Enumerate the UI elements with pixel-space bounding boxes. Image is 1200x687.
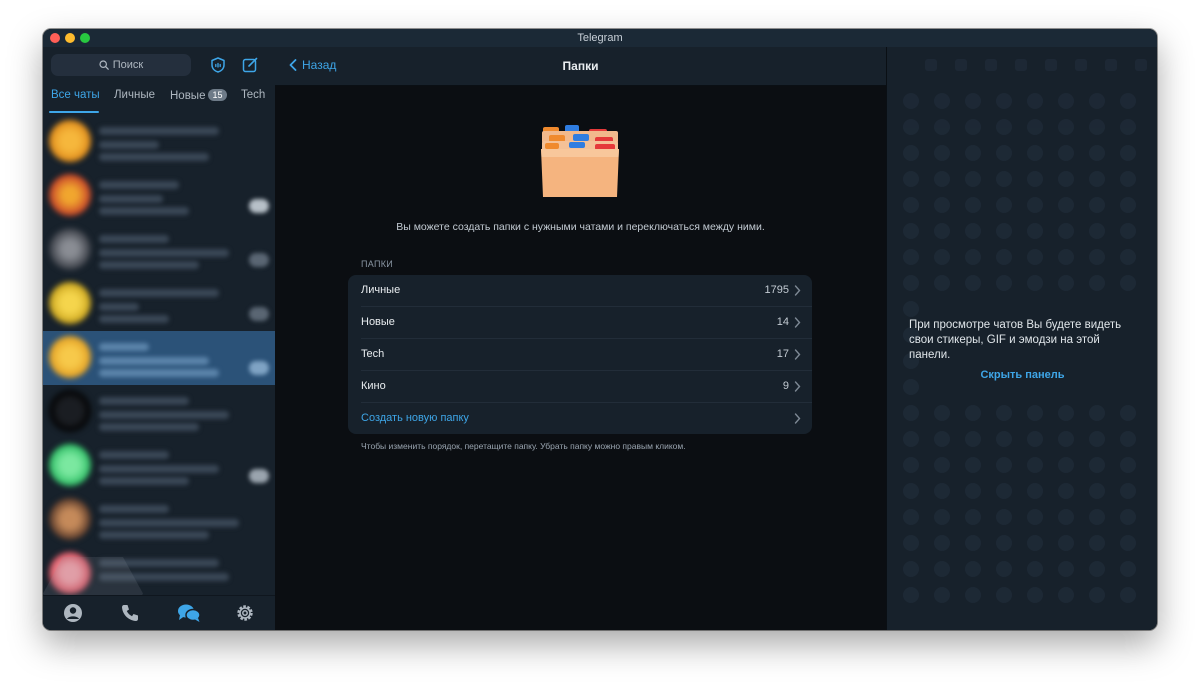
tab-personal[interactable]: Личные — [114, 89, 155, 101]
create-folder-label: Создать новую папку — [361, 412, 469, 424]
folder-name: Новые — [361, 316, 395, 328]
chat-item[interactable] — [43, 493, 275, 547]
chat-item[interactable] — [43, 115, 275, 169]
folders-settings-pane: Назад Папки Вы можете создать папки с ну… — [275, 47, 886, 630]
window-title: Telegram — [577, 32, 623, 44]
folder-count: 9 — [782, 380, 789, 392]
avatar — [49, 444, 91, 486]
search-icon — [99, 60, 109, 70]
chat-item[interactable] — [43, 385, 275, 439]
chat-item[interactable] — [43, 223, 275, 277]
chat-list — [43, 115, 275, 595]
avatar — [49, 282, 91, 324]
chats-icon[interactable] — [177, 602, 201, 624]
page-title: Папки — [562, 59, 599, 73]
chevron-right-icon — [794, 381, 801, 392]
compose-icon[interactable] — [241, 56, 259, 74]
panel-description: При просмотре чатов Вы будете видеть сво… — [909, 319, 1122, 361]
tab-new[interactable]: Новые 15 — [170, 89, 227, 102]
unread-badge: 15 — [208, 89, 227, 101]
folders-illustration-icon — [541, 125, 619, 197]
shield-icon[interactable] — [209, 56, 227, 74]
folders-list: Личные 1795 Новые 14 Tech 17 Кино 9 Созд… — [348, 275, 812, 434]
folder-name: Кино — [361, 380, 386, 392]
folder-name: Личные — [361, 284, 401, 296]
active-tab-indicator — [49, 111, 99, 113]
folder-row-tech[interactable]: Tech 17 — [348, 339, 812, 371]
tab-all-chats[interactable]: Все чаты — [51, 89, 100, 101]
chevron-right-icon — [794, 413, 801, 424]
hide-panel-link[interactable]: Скрыть панель — [887, 369, 1157, 381]
chevron-right-icon — [794, 285, 801, 296]
folders-hint-text: Чтобы изменить порядок, перетащите папку… — [361, 441, 686, 451]
folder-count: 14 — [776, 316, 789, 328]
chat-sidebar: Поиск Все чаты Личные Новые 15 Tech — [43, 47, 275, 630]
avatar — [49, 174, 91, 216]
chat-item[interactable] — [43, 277, 275, 331]
chat-item[interactable] — [43, 169, 275, 223]
folders-intro-text: Вы можете создать папки с нужными чатами… — [396, 221, 765, 233]
avatar — [49, 390, 91, 432]
stickers-panel: При просмотре чатов Вы будете видеть сво… — [886, 47, 1157, 630]
folder-row-personal[interactable]: Личные 1795 — [348, 275, 812, 307]
avatar — [49, 120, 91, 162]
search-input[interactable]: Поиск — [51, 54, 191, 76]
chat-item[interactable] — [43, 439, 275, 493]
search-placeholder: Поиск — [112, 59, 144, 71]
bottom-nav — [43, 595, 275, 630]
chat-item-selected[interactable] — [43, 331, 275, 385]
pane-header: Назад Папки — [275, 47, 886, 86]
chevron-right-icon — [794, 317, 801, 328]
folder-count: 1795 — [764, 284, 789, 296]
avatar — [49, 228, 91, 270]
avatar — [49, 498, 91, 540]
folder-row-cinema[interactable]: Кино 9 — [348, 371, 812, 403]
avatar — [49, 336, 91, 378]
tab-tech[interactable]: Tech — [241, 89, 265, 101]
folder-name: Tech — [361, 348, 385, 360]
calls-icon[interactable] — [119, 602, 141, 624]
contacts-icon[interactable] — [62, 602, 84, 624]
settings-icon[interactable] — [234, 602, 256, 624]
folder-tabs: Все чаты Личные Новые 15 Tech — [43, 87, 275, 113]
folder-count: 17 — [776, 348, 789, 360]
create-folder-button[interactable]: Создать новую папку — [348, 403, 812, 434]
folders-section-label: ПАПКИ — [361, 259, 394, 269]
tab-new-label: Новые — [170, 90, 206, 102]
folder-row-new[interactable]: Новые 14 — [348, 307, 812, 339]
chevron-right-icon — [794, 349, 801, 360]
title-bar: Telegram — [43, 29, 1157, 47]
telegram-window: Telegram Поиск Все чаты Личные Новые 15 T… — [43, 29, 1157, 630]
